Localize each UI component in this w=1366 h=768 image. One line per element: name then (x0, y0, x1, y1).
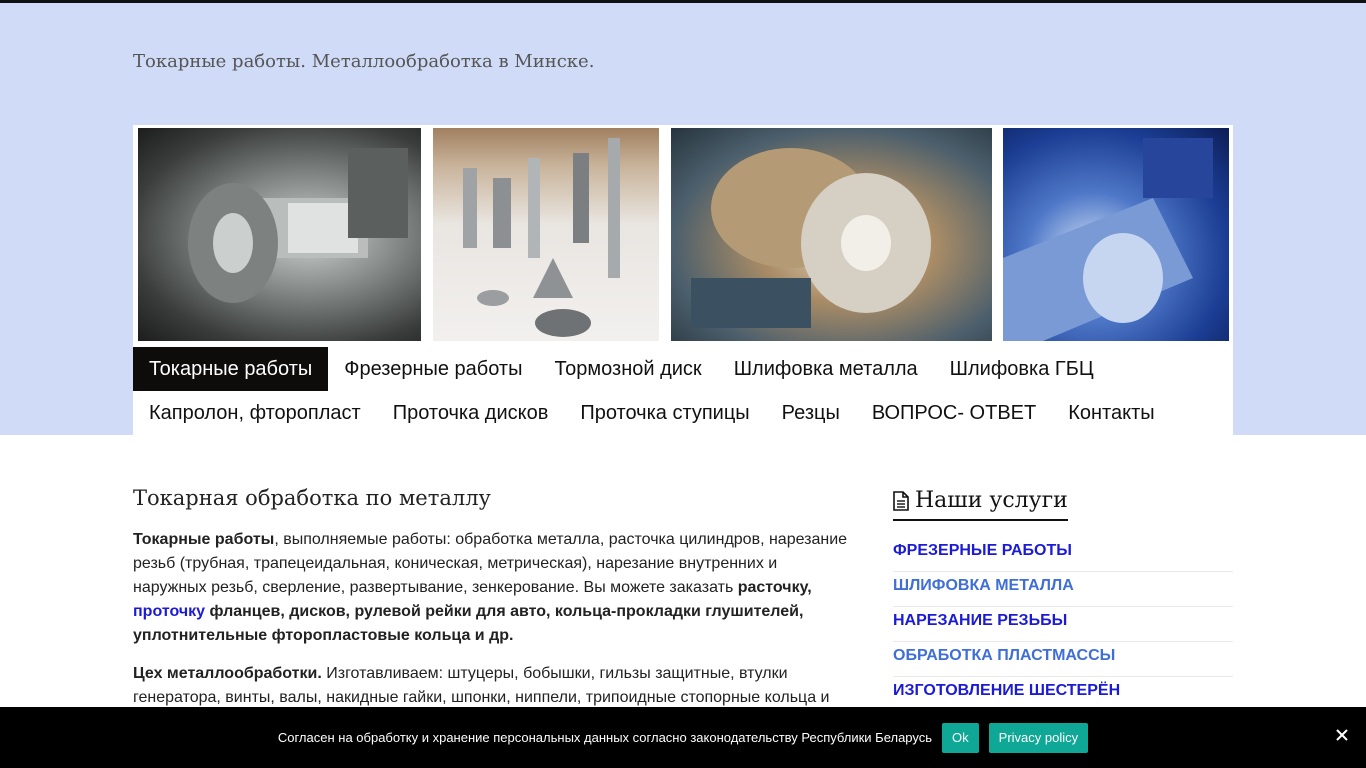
main-content: Токарная обработка по металлу Токарные р… (133, 486, 853, 724)
nav-item-faq[interactable]: ВОПРОС- ОТВЕТ (856, 391, 1052, 435)
services-list: ФРЕЗЕРНЫЕ РАБОТЫ ШЛИФОВКА МЕТАЛЛА НАРЕЗА… (893, 537, 1233, 712)
parts-list-bold: фланцев, дисков, рулевой рейки для авто,… (133, 603, 804, 644)
page-title: Токарная обработка по металлу (133, 486, 491, 510)
nav-item-turning[interactable]: Токарные работы (133, 347, 329, 391)
services-title-text: Наши услуги (915, 488, 1068, 513)
cookie-consent-text: Согласен на обработку и хранение персона… (277, 730, 933, 745)
nav-item-milling[interactable]: Фрезерные работы (328, 347, 538, 391)
workshop-paragraph: Цех металлообработки. Изготавливаем: шту… (133, 662, 853, 710)
cookie-ok-button[interactable]: Ok (942, 722, 979, 753)
intro-paragraph: Токарные работы, выполняемые работы: обр… (133, 528, 853, 648)
nav-item-metal-grinding[interactable]: Шлифовка металла (718, 347, 934, 391)
turned-parts-photo (433, 128, 659, 341)
cookie-consent-bar: Согласен на обработку и хранение персона… (0, 707, 1366, 768)
nav-item-hub-turning[interactable]: Проточка ступицы (564, 391, 765, 435)
workshop-bold: Цех металлообработки. (133, 665, 322, 682)
service-link-grinding[interactable]: ШЛИФОВКА МЕТАЛЛА (893, 572, 1233, 607)
document-icon (893, 490, 909, 511)
turning-link[interactable]: проточку (133, 603, 205, 620)
sidebar: Наши услуги ФРЕЗЕРНЫЕ РАБОТЫ ШЛИФОВКА МЕ… (893, 488, 1233, 712)
lathe-chuck-photo (671, 128, 992, 341)
nav-item-contacts[interactable]: Контакты (1052, 391, 1170, 435)
nav-item-caprolon[interactable]: Капролон, фторопласт (133, 391, 377, 435)
service-link-milling[interactable]: ФРЕЗЕРНЫЕ РАБОТЫ (893, 537, 1233, 572)
service-link-threading[interactable]: НАРЕЗАНИЕ РЕЗЬБЫ (893, 607, 1233, 642)
services-widget-title: Наши услуги (893, 488, 1068, 521)
boring-bold: расточку, (737, 579, 812, 596)
privacy-policy-button[interactable]: Privacy policy (988, 722, 1089, 753)
turning-works-bold: Токарные работы (133, 531, 275, 548)
nav-item-cylinder-head-grinding[interactable]: Шлифовка ГБЦ (934, 347, 1110, 391)
lathe-part-photo (138, 128, 421, 341)
cnc-machining-photo (1003, 128, 1229, 341)
service-link-plastics[interactable]: ОБРАБОТКА ПЛАСТМАССЫ (893, 642, 1233, 677)
main-navigation: Токарные работы Фрезерные работы Тормозн… (133, 347, 1233, 435)
nav-item-disc-turning[interactable]: Проточка дисков (377, 391, 565, 435)
header-banner (133, 125, 1233, 347)
site-title[interactable]: Токарные работы. Металлообработка в Минс… (133, 51, 594, 72)
nav-row-1: Токарные работы Фрезерные работы Тормозн… (133, 347, 1110, 391)
nav-row-2: Капролон, фторопласт Проточка дисков Про… (133, 391, 1171, 435)
nav-item-cutters[interactable]: Резцы (766, 391, 856, 435)
close-icon[interactable] (1334, 727, 1350, 743)
nav-item-brake-disc[interactable]: Тормозной диск (538, 347, 717, 391)
